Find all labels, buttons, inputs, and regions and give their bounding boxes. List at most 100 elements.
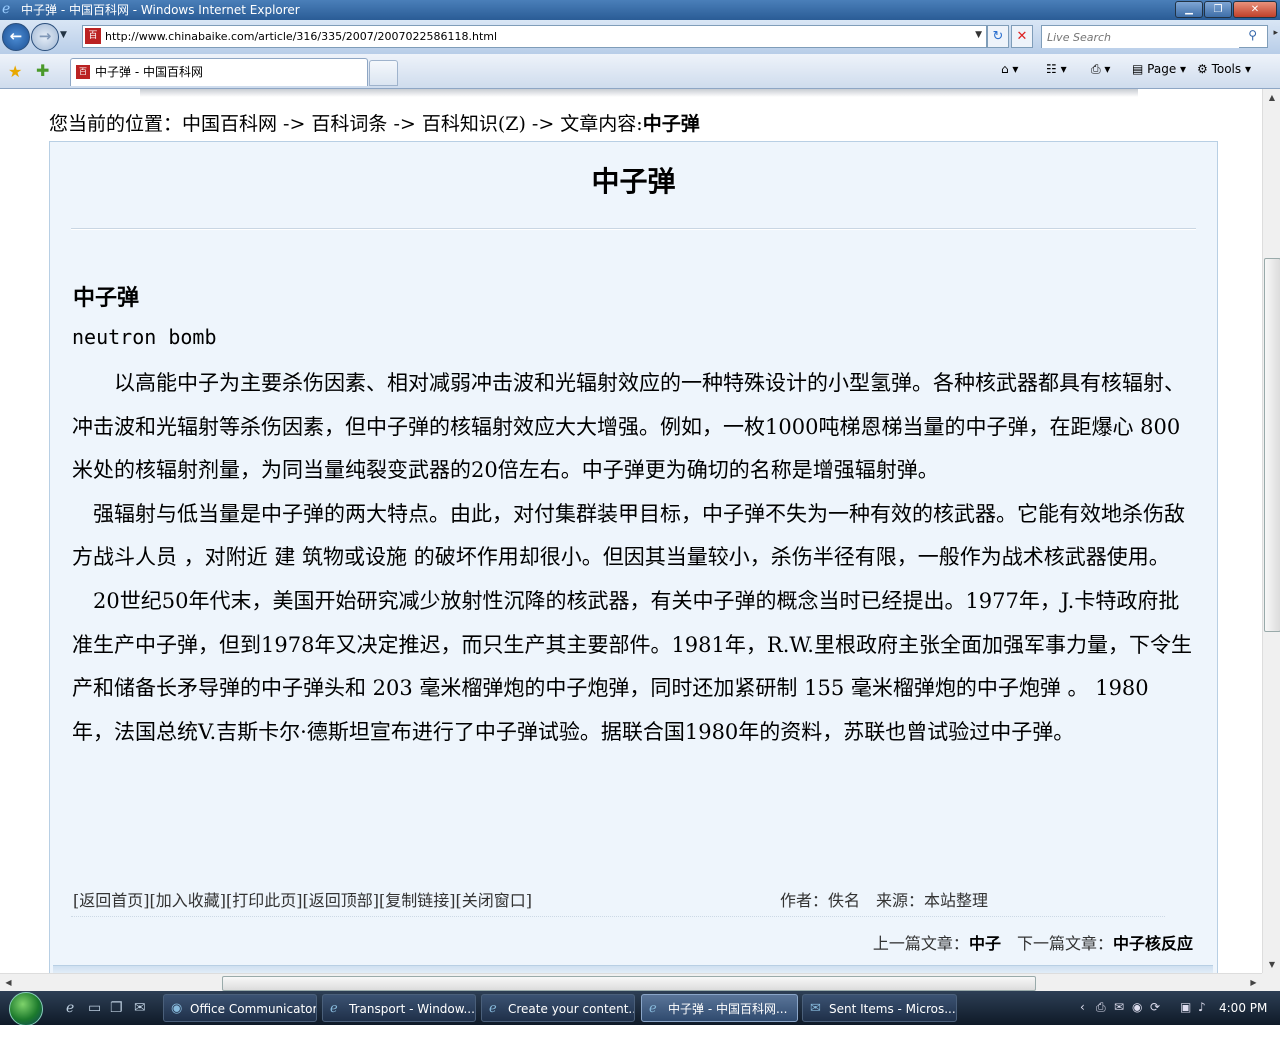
- paragraph: 以高能中子为主要杀伤因素、相对减弱冲击波和光辐射效应的一种特殊设计的小型氢弹。各…: [72, 371, 1185, 483]
- horizontal-scrollbar[interactable]: ◀ ▶: [0, 973, 1262, 992]
- article-pagination: 上一篇文章：中子 下一篇文章：中子核反应: [873, 930, 1193, 954]
- tray-network-icon[interactable]: ▣: [1180, 1000, 1191, 1014]
- top-link[interactable]: [返回顶部]: [303, 891, 380, 910]
- tab-favicon-icon: 百: [76, 65, 90, 79]
- tray-printer-icon[interactable]: ⎙: [1096, 1000, 1106, 1015]
- feeds-icon[interactable]: ☷ ▾: [1046, 62, 1067, 76]
- clock[interactable]: 4:00 PM: [1219, 991, 1267, 1025]
- page-menu[interactable]: ▤ Page ▾: [1132, 62, 1186, 76]
- tab-bar: ★ ✚ 百 中子弹 - 中国百科网 ⌂ ▾ ☷ ▾ ⎙ ▾ ▤ Page ▾ ⚙…: [0, 54, 1280, 89]
- tray-outlook-icon[interactable]: ✉: [1114, 1000, 1124, 1014]
- recent-pages-dropdown[interactable]: ▼: [60, 30, 67, 40]
- scroll-up-icon[interactable]: ▲: [1263, 89, 1280, 106]
- address-dropdown-icon[interactable]: ▼: [975, 30, 982, 40]
- vertical-scroll-thumb[interactable]: [1264, 258, 1280, 632]
- page-viewport: 您当前的位置：中国百科网 -> 百科词条 -> 百科知识(Z) -> 文章内容:…: [0, 89, 1262, 973]
- vertical-scrollbar[interactable]: ▲ ▼: [1262, 89, 1280, 973]
- breadcrumb-current: 中子弹: [642, 113, 700, 135]
- back-button[interactable]: ←: [2, 23, 30, 51]
- window-titlebar: ℯ 中子弹 - 中国百科网 - Windows Internet Explore…: [0, 0, 1280, 20]
- taskbar-item[interactable]: ℯ Transport - Window...: [322, 994, 476, 1022]
- tools-menu-label: Tools: [1211, 62, 1242, 76]
- tray-volume-icon[interactable]: ♪: [1198, 1000, 1206, 1014]
- bookmark-link[interactable]: [加入收藏]: [150, 891, 227, 910]
- bottom-strip: [53, 965, 1213, 973]
- paragraph: 20世纪50年代末，美国开始研究减少放射性沉降的核武器，有关中子弹的概念当时已经…: [72, 588, 1192, 744]
- close-window-button[interactable]: ✕: [1233, 1, 1277, 18]
- add-favorites-icon[interactable]: ✚: [36, 61, 49, 80]
- breadcrumb-path[interactable]: 您当前的位置：中国百科网 -> 百科词条 -> 百科知识(Z) -> 文章内容:: [49, 113, 643, 135]
- address-url[interactable]: http://www.chinabaike.com/article/316/33…: [105, 26, 497, 47]
- search-icon[interactable]: ⚲: [1248, 28, 1257, 42]
- switch-windows-icon[interactable]: ❐: [110, 1000, 123, 1016]
- tray-communicator-icon[interactable]: ◉: [1132, 1000, 1142, 1014]
- prev-label: 上一篇文章：: [872, 934, 969, 953]
- minimize-button[interactable]: ▁: [1175, 1, 1203, 18]
- site-favicon-icon: 百: [85, 28, 101, 44]
- tools-menu[interactable]: ⚙ Tools ▾: [1197, 62, 1251, 76]
- page-menu-label: Page: [1147, 62, 1177, 76]
- ie-icon: ℯ: [330, 1001, 338, 1016]
- favorites-star-icon[interactable]: ★: [8, 62, 22, 81]
- show-desktop-icon[interactable]: ▭: [88, 1000, 101, 1016]
- stop-button[interactable]: ✕: [1011, 25, 1033, 48]
- taskbar-item-active[interactable]: ℯ 中子弹 - 中国百科网...: [641, 994, 798, 1022]
- communicator-icon: ◉: [171, 1001, 183, 1016]
- tab-current[interactable]: 百 中子弹 - 中国百科网: [70, 58, 368, 86]
- copy-link[interactable]: [复制链接]: [379, 891, 456, 910]
- english-term: neutron bomb: [72, 325, 217, 349]
- taskbar-item-label: Transport - Window...: [349, 1002, 475, 1016]
- article-panel: 中子弹 中子弹 neutron bomb 以高能中子为主要杀伤因素、相对减弱冲击…: [49, 141, 1218, 973]
- print-link[interactable]: [打印此页]: [226, 891, 303, 910]
- new-tab-button[interactable]: [369, 60, 398, 86]
- home-icon[interactable]: ⌂ ▾: [1001, 62, 1018, 76]
- scroll-left-icon[interactable]: ◀: [0, 974, 17, 992]
- search-options-icon[interactable]: ▸: [1273, 28, 1278, 38]
- title-divider: [71, 228, 1196, 230]
- navigation-bar: ← → ▼ 百 http://www.chinabaike.com/articl…: [0, 20, 1280, 54]
- article-actions: [返回首页][加入收藏][打印此页][返回顶部][复制链接][关闭窗口]: [73, 887, 532, 911]
- outlook-icon: ✉: [810, 1001, 821, 1016]
- meta-divider: [71, 916, 1165, 917]
- ie-icon: ℯ: [649, 1001, 657, 1016]
- next-article-link[interactable]: 中子核反应: [1113, 934, 1193, 953]
- search-input[interactable]: [1042, 27, 1239, 48]
- forward-button[interactable]: →: [31, 23, 59, 51]
- home-link[interactable]: [返回首页]: [73, 891, 150, 910]
- taskbar-item[interactable]: ✉ Sent Items - Micros...: [802, 994, 957, 1022]
- ie-logo-icon: ℯ: [2, 1, 11, 17]
- taskbar-item[interactable]: ◉ Office Communicator: [163, 994, 317, 1022]
- search-box[interactable]: ⚲: [1041, 25, 1268, 48]
- tray-sync-icon[interactable]: ⟳: [1150, 1000, 1160, 1014]
- prev-article-link[interactable]: 中子: [969, 934, 1001, 953]
- quicklaunch-ie-icon[interactable]: ℯ: [66, 1000, 74, 1016]
- below-screen-area: [0, 1025, 1280, 1061]
- article-meta: 作者：佚名 来源：本站整理: [780, 891, 989, 910]
- article-subheading: 中子弹: [73, 285, 140, 311]
- paragraph: 强辐射与低当量是中子弹的两大特点。由此，对付集群装甲目标，中子弹不失为一种有效的…: [72, 501, 1185, 570]
- window-title: 中子弹 - 中国百科网 - Windows Internet Explorer: [21, 3, 300, 17]
- taskbar-item-label: Sent Items - Micros...: [829, 1002, 956, 1016]
- scroll-down-icon[interactable]: ▼: [1263, 956, 1280, 973]
- scroll-right-icon[interactable]: ▶: [1245, 974, 1262, 992]
- article-title: 中子弹: [591, 165, 676, 198]
- ie-icon: ℯ: [489, 1001, 497, 1016]
- taskbar-item-label: 中子弹 - 中国百科网...: [668, 1002, 788, 1016]
- taskbar-item-label: Office Communicator: [190, 1002, 317, 1016]
- next-label: 下一篇文章：: [1016, 934, 1113, 953]
- scrollbar-corner: [1262, 973, 1280, 991]
- taskbar: ℯ ▭ ❐ ✉ ◉ Office Communicator ℯ Transport …: [0, 991, 1280, 1026]
- quicklaunch-outlook-icon[interactable]: ✉: [134, 1000, 146, 1016]
- refresh-button[interactable]: ↻: [987, 25, 1009, 48]
- horizontal-scroll-thumb[interactable]: [222, 976, 1036, 991]
- maximize-button[interactable]: ❐: [1204, 1, 1232, 18]
- breadcrumb: 您当前的位置：中国百科网 -> 百科词条 -> 百科知识(Z) -> 文章内容:…: [49, 109, 700, 136]
- close-window-link[interactable]: [关闭窗口]: [456, 891, 533, 910]
- tray-expand-icon[interactable]: ‹: [1080, 1000, 1085, 1014]
- print-icon[interactable]: ⎙ ▾: [1091, 62, 1110, 77]
- address-bar[interactable]: 百 http://www.chinabaike.com/article/316/…: [82, 25, 987, 48]
- header-shadow: [140, 89, 1138, 97]
- taskbar-item[interactable]: ℯ Create your content...: [481, 994, 635, 1022]
- start-button[interactable]: [9, 992, 43, 1026]
- taskbar-item-label: Create your content...: [508, 1002, 635, 1016]
